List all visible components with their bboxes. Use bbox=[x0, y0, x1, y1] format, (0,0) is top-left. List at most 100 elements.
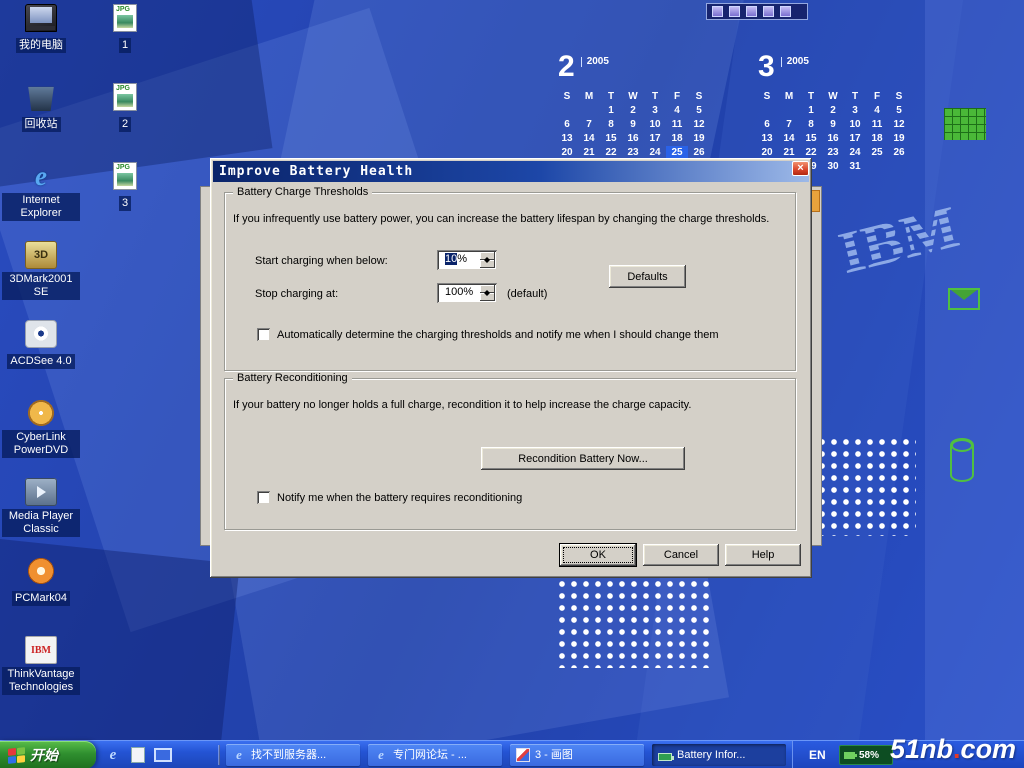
desktop-icon-powerdvd[interactable]: CyberLink PowerDVD bbox=[2, 397, 80, 476]
calendar-cell: 17 bbox=[844, 132, 866, 146]
dot-grid-decoration bbox=[556, 578, 714, 668]
desktop-icon-thinkvantage[interactable]: ThinkVantage Technologies bbox=[2, 634, 80, 713]
start-charging-spinner[interactable]: 10% bbox=[437, 250, 497, 270]
calendar-cell: T bbox=[800, 90, 822, 104]
plug-icon[interactable] bbox=[712, 6, 723, 17]
calendar-year: 2005 bbox=[781, 57, 809, 67]
desktop-icon-mark3d[interactable]: 3DMark2001 SE bbox=[2, 239, 80, 318]
calendar-cell: 15 bbox=[800, 132, 822, 146]
language-indicator[interactable]: EN bbox=[809, 748, 826, 762]
calendar-cell: T bbox=[644, 90, 666, 104]
battery-percentage: 58% bbox=[859, 750, 879, 761]
battery-charge-thresholds-group: Battery Charge Thresholds If you infrequ… bbox=[224, 192, 796, 371]
calendar-cell: T bbox=[600, 90, 622, 104]
calendar-cell: 4 bbox=[866, 104, 888, 118]
ie-icon bbox=[374, 748, 388, 762]
calendar-month: 3 bbox=[758, 52, 775, 82]
desktop-icon-label: PCMark04 bbox=[12, 591, 70, 606]
help-button[interactable]: Help bbox=[725, 544, 801, 566]
quick-launch-desktop-icon[interactable] bbox=[154, 748, 172, 762]
battery-reconditioning-group: Battery Reconditioning If your battery n… bbox=[224, 378, 796, 530]
task-label: Battery Infor... bbox=[677, 744, 745, 766]
spinner-down-icon[interactable] bbox=[480, 293, 495, 301]
floating-mini-toolbar[interactable] bbox=[706, 3, 808, 20]
defaults-button[interactable]: Defaults bbox=[609, 265, 686, 288]
stop-value: 100% bbox=[445, 286, 473, 298]
quick-launch-page-icon[interactable] bbox=[131, 747, 145, 763]
calendar-cell bbox=[756, 104, 778, 118]
auto-determine-checkbox[interactable] bbox=[257, 328, 270, 341]
start-charging-label: Start charging when below: bbox=[255, 255, 388, 267]
calendar-cell: 7 bbox=[778, 118, 800, 132]
start-button[interactable]: 开始 bbox=[0, 741, 96, 768]
spinner-up-icon[interactable] bbox=[480, 285, 495, 293]
desktop-icon-jpg[interactable]: 3 bbox=[92, 160, 158, 239]
close-icon[interactable]: × bbox=[792, 161, 809, 176]
calendar-cell: M bbox=[578, 90, 600, 104]
desktop-icon-label: 回收站 bbox=[22, 117, 61, 132]
watermark-suffix: com bbox=[961, 734, 1017, 764]
spinner-up-icon[interactable] bbox=[480, 252, 495, 260]
dial-icon[interactable] bbox=[729, 6, 740, 17]
calendar-cell: 16 bbox=[822, 132, 844, 146]
dialog-title: Improve Battery Health bbox=[213, 161, 413, 182]
taskbar-task-ie[interactable]: 专门网论坛 - ... bbox=[368, 744, 502, 766]
desktop-icon-label: 我的电脑 bbox=[16, 38, 66, 53]
ok-button[interactable]: OK bbox=[560, 544, 636, 566]
calendar-cell: 14 bbox=[778, 132, 800, 146]
taskbar-separator bbox=[218, 745, 220, 765]
start-value-unit: % bbox=[457, 253, 467, 265]
calendar-cell: 15 bbox=[600, 132, 622, 146]
group-title: Battery Reconditioning bbox=[233, 372, 352, 384]
desktop-icon-acdsee[interactable]: ACDSee 4.0 bbox=[2, 318, 80, 397]
stop-charging-spinner[interactable]: 100% bbox=[437, 283, 497, 303]
calendar-cell: 3 bbox=[844, 104, 866, 118]
watermark-dot: . bbox=[953, 734, 961, 764]
desktop-icon-label: 3DMark2001 SE bbox=[2, 272, 80, 300]
battery-tray-widget[interactable]: 58% bbox=[839, 745, 893, 765]
desktop-icon-jpg[interactable]: 1 bbox=[92, 2, 158, 81]
desktop-icon-mpc[interactable]: Media Player Classic bbox=[2, 476, 80, 555]
calendar-cell: 26 bbox=[888, 146, 910, 160]
desktop-icon-mycomputer[interactable]: 我的电脑 bbox=[2, 2, 80, 81]
recondition-battery-button[interactable]: Recondition Battery Now... bbox=[481, 447, 685, 470]
calendar-cell: 8 bbox=[800, 118, 822, 132]
cancel-button[interactable]: Cancel bbox=[643, 544, 719, 566]
grid-icon[interactable] bbox=[780, 6, 791, 17]
doc-icon[interactable] bbox=[763, 6, 774, 17]
calendar-cell: S bbox=[556, 90, 578, 104]
taskbar-task-paint[interactable]: 3 - 画图 bbox=[510, 744, 644, 766]
default-note: (default) bbox=[507, 288, 547, 300]
desktop-icon-jpg[interactable]: 2 bbox=[92, 81, 158, 160]
taskbar-task-ie[interactable]: 找不到服务器... bbox=[226, 744, 360, 766]
improve-battery-health-dialog: Improve Battery Health × Battery Charge … bbox=[210, 158, 812, 578]
desktop-icon-pcmark[interactable]: PCMark04 bbox=[2, 555, 80, 634]
calendar-cell: 24 bbox=[844, 146, 866, 160]
keyboard-grid-icon bbox=[944, 108, 986, 140]
desktop-icon-ie[interactable]: Internet Explorer bbox=[2, 160, 80, 239]
notify-reconditioning-checkbox[interactable] bbox=[257, 491, 270, 504]
calendar-cell bbox=[888, 160, 910, 174]
calendar-cell: 9 bbox=[822, 118, 844, 132]
pen-icon[interactable] bbox=[746, 6, 757, 17]
calendar-cell: 10 bbox=[644, 118, 666, 132]
calendar-cell: 3 bbox=[644, 104, 666, 118]
desktop-icon-column-2: 123 bbox=[92, 2, 158, 239]
quick-launch-ie-icon[interactable] bbox=[104, 746, 122, 764]
calendar-cell: 12 bbox=[888, 118, 910, 132]
taskbar-task-battery[interactable]: Battery Infor... bbox=[652, 744, 786, 766]
calendar-cell: W bbox=[822, 90, 844, 104]
calendar-february: 2 2005 SMTWTFS12345678910111213141516171… bbox=[556, 52, 710, 174]
taskbar: 开始 找不到服务器... 专门网论坛 - ... 3 - 画图 Battery Inf… bbox=[0, 740, 1024, 768]
dialog-titlebar[interactable]: Improve Battery Health bbox=[213, 161, 809, 182]
mark3d-icon bbox=[25, 241, 57, 269]
calendar-cell: 6 bbox=[556, 118, 578, 132]
calendar-cell: 11 bbox=[866, 118, 888, 132]
calendar-march: 3 2005 SMTWTFS12345678910111213141516171… bbox=[756, 52, 910, 174]
auto-determine-checkbox-label: Automatically determine the charging thr… bbox=[277, 329, 718, 341]
calendar-cell: 31 bbox=[844, 160, 866, 174]
desktop-icon-label: Media Player Classic bbox=[2, 509, 80, 537]
spinner-down-icon[interactable] bbox=[480, 260, 495, 268]
desktop-icon-recycle[interactable]: 回收站 bbox=[2, 81, 80, 160]
mycomputer-icon bbox=[25, 4, 57, 32]
